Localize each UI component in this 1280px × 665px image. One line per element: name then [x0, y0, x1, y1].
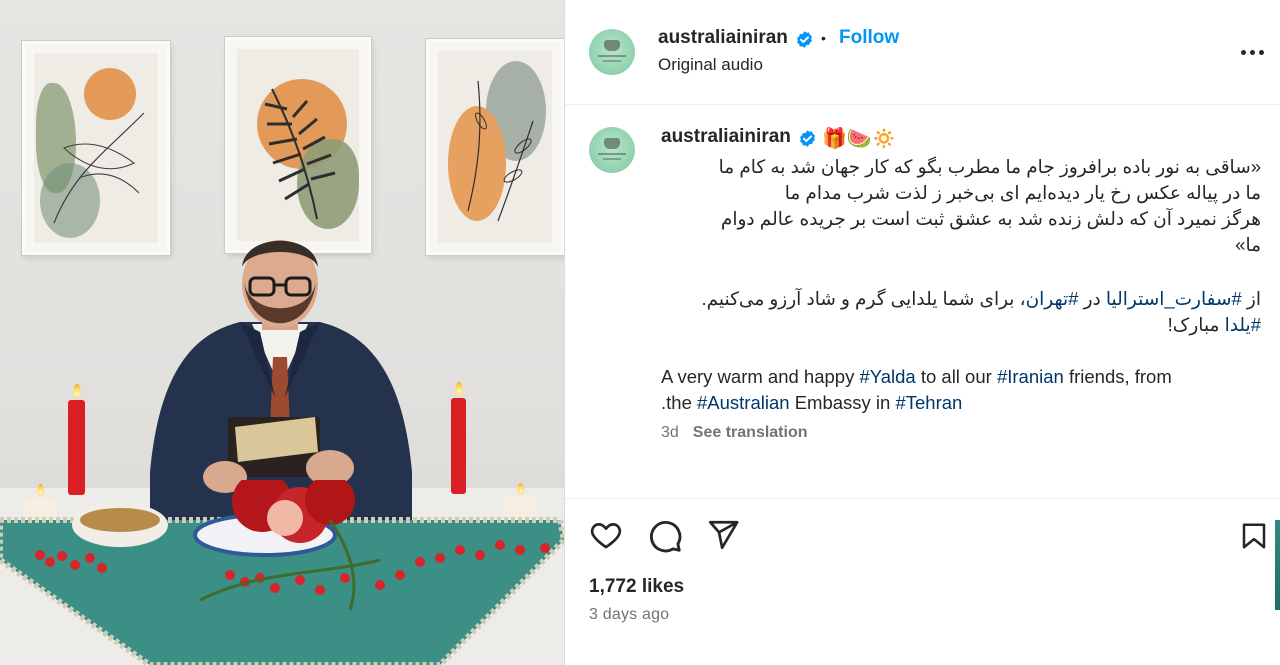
hashtag-link[interactable]: #Iranian	[997, 366, 1064, 387]
poem-line-4: ما»	[1235, 234, 1261, 255]
post-date[interactable]: 3 days ago	[589, 606, 669, 624]
likes-count[interactable]: 1,772 likes	[589, 576, 684, 598]
poem-line-2: ما در پیاله عکس رخ یار دیده‌ایم ای بی‌خب…	[784, 182, 1261, 203]
en-text: A very warm and happy	[661, 366, 860, 387]
header-separator: •	[821, 30, 826, 46]
en-text: friends, from	[1063, 366, 1172, 387]
post-media[interactable]	[0, 0, 564, 665]
actions-divider	[565, 498, 1280, 499]
caption-emojis: 🎁🍉🔅	[822, 128, 897, 150]
hashtag-link[interactable]: #یلدا	[1225, 314, 1261, 335]
fa-text: مبارک!	[1167, 314, 1225, 335]
hashtag-link[interactable]: #Australian	[697, 392, 790, 413]
audio-label[interactable]: Original audio	[658, 55, 763, 75]
see-translation-button[interactable]: See translation	[693, 424, 808, 441]
caption-age[interactable]: 3d	[661, 424, 679, 441]
post-panel: australiainiran • Follow Original audio …	[565, 0, 1280, 665]
header-divider	[565, 104, 1280, 105]
hashtag-link[interactable]: #Yalda	[859, 366, 915, 387]
comment-icon[interactable]	[647, 518, 683, 554]
fa-text: ، برای شما یلدایی گرم و شاد آرزو می‌کنیم…	[701, 288, 1026, 309]
share-icon[interactable]	[705, 518, 741, 552]
follow-button[interactable]: Follow	[839, 27, 899, 49]
caption-poem: «ساقی به نور باده برافروز جام ما مطرب بگ…	[661, 154, 1261, 258]
en-text: Embassy in	[789, 392, 896, 413]
more-options-icon[interactable]	[1241, 42, 1265, 62]
en-text: to all our	[915, 366, 997, 387]
bookmark-icon[interactable]	[1239, 520, 1269, 552]
fa-text: در	[1078, 288, 1106, 309]
caption-english-greeting: A very warm and happy #Yalda to all our …	[661, 364, 1261, 416]
verified-badge-icon	[800, 130, 815, 147]
wall-art-center	[225, 37, 371, 253]
author-handle[interactable]: australiainiran	[658, 27, 788, 49]
caption-meta: 3d See translation	[661, 424, 808, 442]
hashtag-link[interactable]: #Tehran	[895, 392, 962, 413]
hashtag-link[interactable]: #سفارت_استرالیا	[1106, 288, 1242, 309]
poem-line-3: هرگز نمیرد آن که دلش زنده شد به عشق ثبت …	[720, 208, 1261, 229]
caption-persian-greeting: از #سفارت_استرالیا در #تهران، برای شما ی…	[661, 286, 1261, 338]
caption-handle[interactable]: australiainiran	[661, 126, 791, 148]
heart-icon[interactable]	[588, 518, 624, 552]
ambassador-figure	[150, 240, 412, 522]
author-avatar[interactable]	[589, 29, 635, 75]
verified-badge-icon	[797, 31, 812, 48]
hashtag-link[interactable]: #تهران	[1026, 288, 1079, 309]
caption-avatar[interactable]	[589, 127, 635, 173]
poem-line-1: «ساقی به نور باده برافروز جام ما مطرب بگ…	[718, 156, 1261, 177]
fa-text: از	[1241, 288, 1261, 309]
en-text: .the	[661, 392, 697, 413]
wall-art-right	[426, 39, 564, 255]
yalda-table-display	[0, 480, 564, 665]
